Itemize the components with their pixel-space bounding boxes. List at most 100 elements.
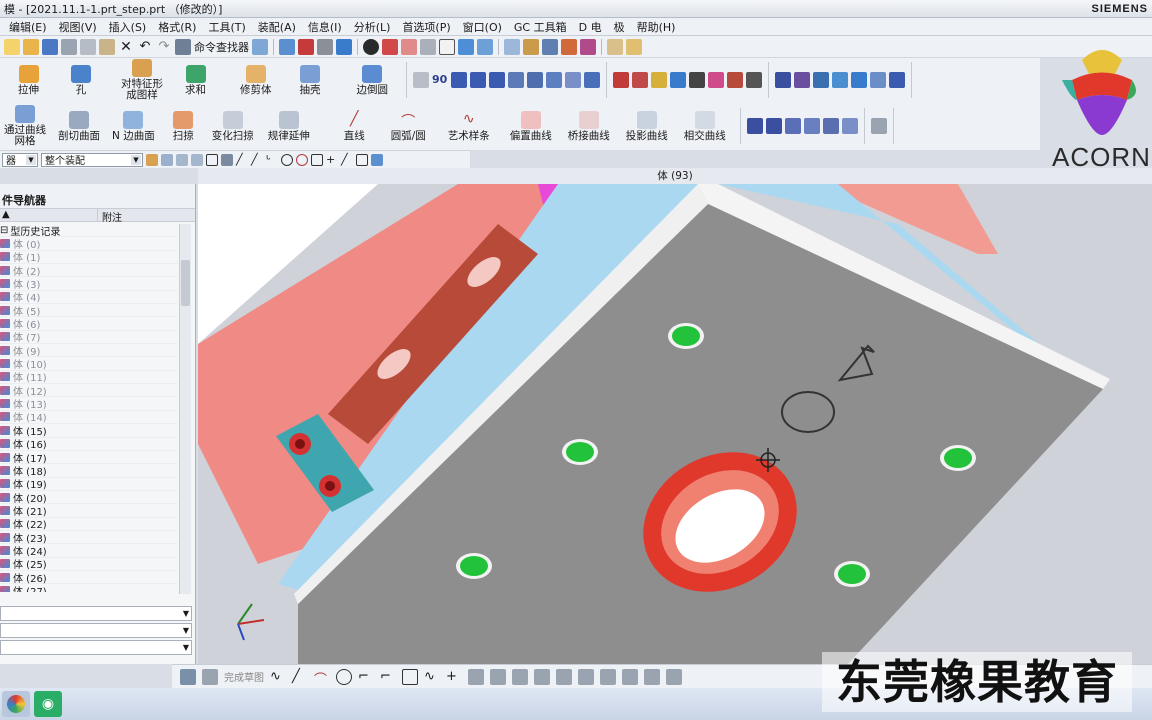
finish-sketch-icon[interactable] xyxy=(202,668,218,685)
background-icon[interactable] xyxy=(439,38,455,55)
menu-window[interactable]: 窗口(O) xyxy=(458,18,507,36)
move-layer-icon[interactable] xyxy=(477,38,493,55)
graphics-window[interactable] xyxy=(198,184,1152,664)
n-side-surface-button[interactable]: N 边曲面 xyxy=(108,109,159,144)
intersection-curve-button[interactable]: 相交曲线 xyxy=(680,109,730,144)
mold-icon-5[interactable] xyxy=(689,72,705,88)
nx-taskbar-button[interactable] xyxy=(2,691,30,717)
menu-insert[interactable]: 插入(S) xyxy=(104,18,152,36)
navigator-item[interactable]: 体 (27) xyxy=(0,584,178,592)
copy-icon[interactable] xyxy=(80,38,96,55)
menu-analysis[interactable]: 分析(L) xyxy=(349,18,396,36)
menu-electrode[interactable]: D 电 xyxy=(574,18,607,36)
finish-sketch-label[interactable]: 完成草图 xyxy=(224,669,264,684)
details-panel[interactable]: ▼ xyxy=(0,623,192,638)
rotate-icon[interactable] xyxy=(176,153,188,166)
variational-sweep-button[interactable]: 变化扫掠 xyxy=(208,109,258,144)
asm-icon-5[interactable] xyxy=(851,72,867,88)
cube-pink-icon[interactable] xyxy=(401,38,417,55)
wave-icon[interactable] xyxy=(870,118,887,134)
intersection-point-icon[interactable]: + xyxy=(326,153,338,166)
offset-curve-button[interactable]: 偏置曲线 xyxy=(506,109,556,144)
cube-small-icon[interactable] xyxy=(371,153,383,166)
mold-icon-3[interactable] xyxy=(651,72,667,88)
offset-face-icon[interactable] xyxy=(413,72,429,88)
mold-icon-7[interactable] xyxy=(727,72,743,88)
on-curve-icon[interactable]: ╱ xyxy=(341,153,353,166)
trim-body-button[interactable]: 修剪体 xyxy=(236,63,276,98)
printer-icon[interactable] xyxy=(746,72,762,88)
curve-tool-icon-6[interactable] xyxy=(841,118,858,134)
scrollbar-thumb[interactable] xyxy=(181,260,190,306)
corner-sketch-icon[interactable] xyxy=(534,668,550,685)
circle-sketch-icon[interactable] xyxy=(336,668,352,685)
mirror-sketch-icon[interactable] xyxy=(600,668,616,685)
mold-icon-6[interactable] xyxy=(708,72,724,88)
mold-icon-4[interactable] xyxy=(670,72,686,88)
tree-toggle-icon[interactable]: ⊟ xyxy=(0,225,8,236)
menu-extra[interactable]: 极 xyxy=(609,18,630,36)
convert-sketch-icon[interactable] xyxy=(666,668,682,685)
trim-sketch-icon[interactable] xyxy=(490,668,506,685)
rotate-icon-2[interactable] xyxy=(191,153,203,166)
menu-assemblies[interactable]: 装配(A) xyxy=(253,18,301,36)
midpoint-icon[interactable]: ╱ xyxy=(251,153,263,166)
menu-format[interactable]: 格式(R) xyxy=(153,18,201,36)
select-feature-icon[interactable] xyxy=(161,153,173,166)
endpoint-icon[interactable]: ╱ xyxy=(236,153,248,166)
dependencies-panel[interactable]: ▼ xyxy=(0,606,192,621)
menu-view[interactable]: 视图(V) xyxy=(54,18,102,36)
green-bolt[interactable] xyxy=(944,448,972,468)
menu-tools[interactable]: 工具(T) xyxy=(203,18,250,36)
asm-icon-4[interactable] xyxy=(832,72,848,88)
asm-icon-3[interactable] xyxy=(813,72,829,88)
menu-edit[interactable]: 编辑(E) xyxy=(4,18,52,36)
tag-icon[interactable] xyxy=(565,72,581,88)
delete-name-icon[interactable] xyxy=(489,72,505,88)
redo-icon[interactable]: ↷ xyxy=(156,39,172,55)
set-name-icon[interactable] xyxy=(470,72,486,88)
cube-gray-icon[interactable] xyxy=(420,38,436,55)
section-surface-button[interactable]: 剖切曲面 xyxy=(54,109,104,144)
point-sketch-icon[interactable]: + xyxy=(446,669,462,685)
green-bolt[interactable] xyxy=(838,564,866,584)
measure-icon[interactable] xyxy=(542,38,558,55)
snap-icon[interactable] xyxy=(279,38,295,55)
type-filter-dropdown[interactable]: 器 ▼ xyxy=(2,152,38,167)
render-style-icon[interactable] xyxy=(317,38,333,55)
on-surface-icon[interactable] xyxy=(356,153,368,166)
profile-icon[interactable]: ∿ xyxy=(270,669,286,685)
shell-button[interactable]: 抽壳 xyxy=(296,63,325,98)
arc-center-icon[interactable] xyxy=(296,153,308,166)
delete-icon[interactable]: ✕ xyxy=(118,39,134,55)
arrow-right-icon[interactable] xyxy=(584,72,600,88)
cut-icon[interactable] xyxy=(61,38,77,55)
green-bolt[interactable] xyxy=(672,326,700,346)
project-sketch-icon[interactable] xyxy=(644,668,660,685)
dimension-sketch-icon[interactable] xyxy=(578,668,594,685)
studio-spline-button[interactable]: ∿ 艺术样条 xyxy=(444,109,494,144)
new-file-icon[interactable] xyxy=(4,38,20,55)
chamfer-sketch-icon[interactable]: ⌐ xyxy=(380,669,396,685)
undo-icon[interactable]: ↶ xyxy=(137,39,153,55)
paste-icon[interactable] xyxy=(99,38,115,55)
point-icon[interactable] xyxy=(561,38,577,55)
analysis-icon[interactable] xyxy=(580,38,596,55)
curve-tool-icon-4[interactable] xyxy=(803,118,820,134)
hole-button[interactable]: 孔 xyxy=(67,63,95,98)
curve-tool-icon-5[interactable] xyxy=(822,118,839,134)
control-point-icon[interactable]: ᒡ xyxy=(266,153,278,166)
extrude-button[interactable]: 拉伸 xyxy=(14,63,43,98)
circle-center-icon[interactable] xyxy=(281,153,293,166)
save-icon[interactable] xyxy=(42,38,58,55)
menu-preferences[interactable]: 首选项(P) xyxy=(397,18,455,36)
open-folder-icon[interactable] xyxy=(23,38,39,55)
display-name-icon[interactable] xyxy=(451,72,467,88)
bridge-curve-button[interactable]: 桥接曲线 xyxy=(564,109,614,144)
csys-icon[interactable] xyxy=(523,38,539,55)
bottle-icon[interactable] xyxy=(508,72,524,88)
project-curve-button[interactable]: 投影曲线 xyxy=(622,109,672,144)
sketch-icon[interactable] xyxy=(180,668,196,685)
sweep-button[interactable]: 扫掠 xyxy=(169,109,198,144)
menu-information[interactable]: 信息(I) xyxy=(303,18,347,36)
